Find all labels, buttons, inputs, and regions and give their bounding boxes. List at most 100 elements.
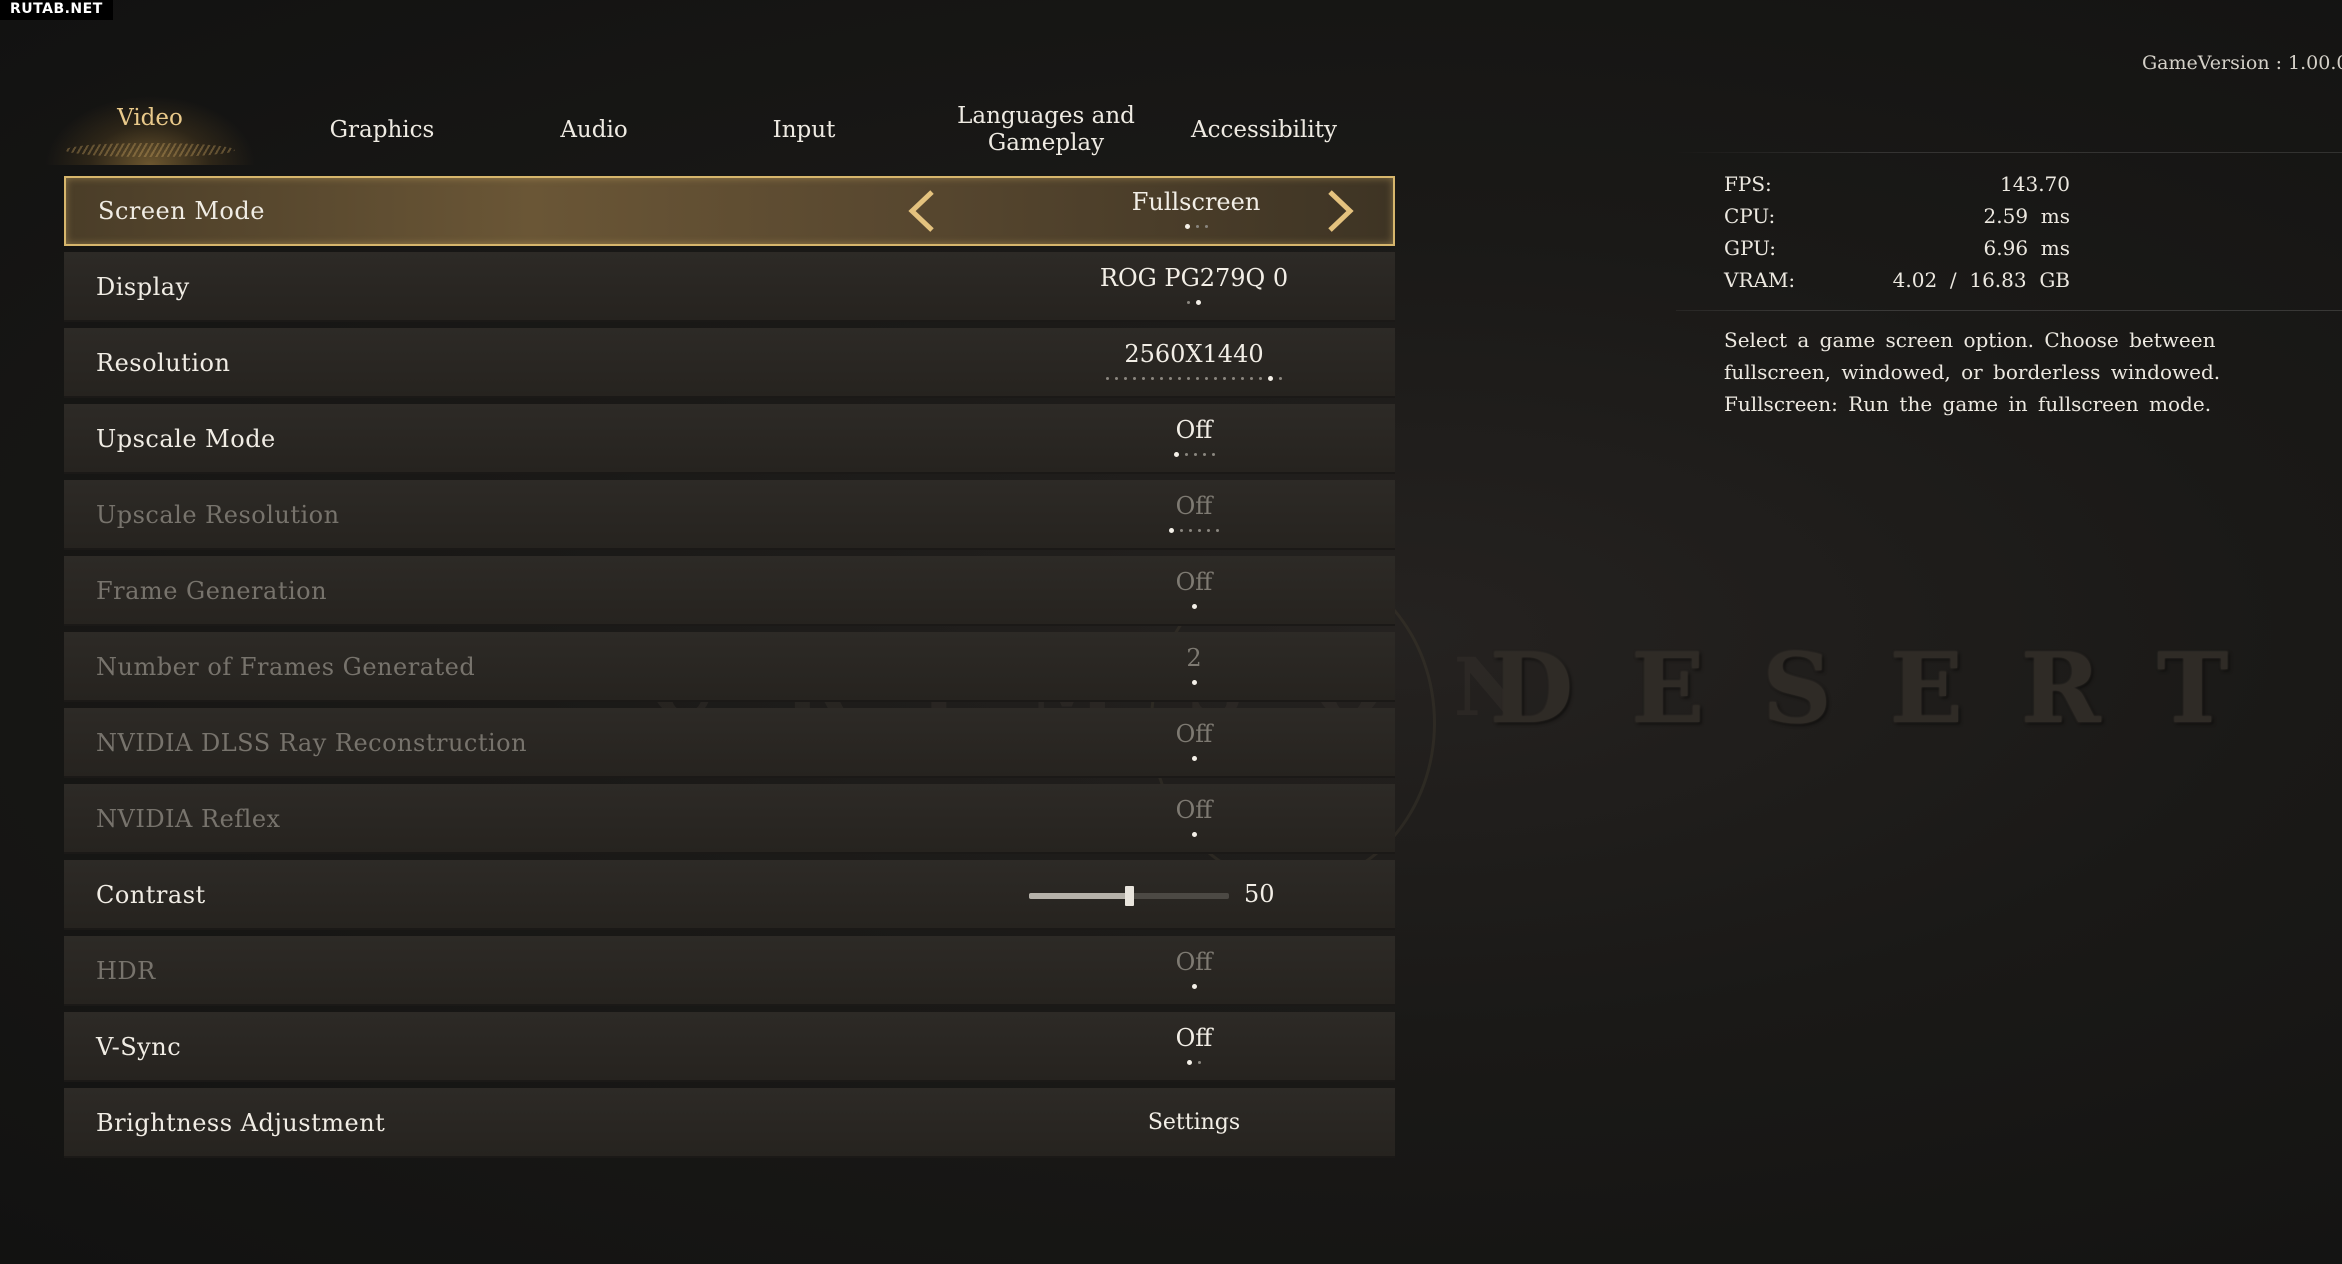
description-text: Fullscreen: Run the game in fullscreen m…: [1724, 392, 2212, 416]
tab-bar: Video Graphics Audio Input Languages and…: [44, 95, 1337, 165]
option-dots: [984, 300, 1404, 310]
setting-value: 2: [1186, 644, 1202, 672]
option-dot: [1211, 453, 1215, 456]
option-dot: [1196, 377, 1199, 380]
tab-accessibility[interactable]: Accessibility: [1154, 95, 1374, 165]
option-dot: [1216, 529, 1219, 532]
option-dot: [1178, 377, 1181, 380]
option-dot: [1115, 377, 1118, 380]
option-dot: [1205, 377, 1208, 380]
option-dot-active: [1268, 376, 1273, 381]
option-dot: [1214, 377, 1217, 380]
chevron-left-icon[interactable]: [902, 188, 942, 234]
chevron-right-icon[interactable]: [1320, 188, 1360, 234]
setting-row-brightness-adjustment[interactable]: Brightness Adjustment Settings: [64, 1088, 1395, 1158]
setting-value: Off: [1175, 568, 1213, 596]
tab-graphics[interactable]: Graphics: [282, 95, 482, 165]
option-dot: [1195, 225, 1199, 228]
setting-label: Upscale Resolution: [96, 501, 340, 529]
option-dot-active: [1191, 604, 1197, 609]
setting-row-upscale-mode[interactable]: Upscale Mode Off: [64, 404, 1395, 474]
stat-gpu: GPU: 6.96 ms: [1724, 236, 2070, 268]
setting-label: V-Sync: [96, 1033, 182, 1061]
option-dot-active: [1184, 224, 1190, 229]
option-dot: [1202, 453, 1206, 456]
stat-cpu: CPU: 2.59 ms: [1724, 204, 2070, 236]
tab-label: Video: [117, 105, 183, 131]
option-dot-active: [1196, 300, 1201, 305]
slider-value: 50: [1244, 880, 1275, 908]
brightness-settings-button[interactable]: Settings: [984, 1088, 1404, 1158]
option-dot: [1279, 377, 1282, 380]
setting-row-screen-mode[interactable]: Screen Mode Fullscreen: [64, 176, 1395, 246]
divider: [1676, 310, 2342, 311]
setting-label: Upscale Mode: [96, 425, 276, 453]
tab-video[interactable]: Video: [44, 95, 256, 165]
setting-label: Display: [96, 273, 190, 301]
option-dot: [1106, 377, 1109, 380]
setting-value: Off: [1175, 416, 1213, 444]
option-dot-active: [1191, 984, 1197, 989]
stat-value: 143.70: [2000, 172, 2070, 196]
option-dot: [1187, 301, 1190, 304]
option-dot: [1133, 377, 1136, 380]
option-dot: [1250, 377, 1253, 380]
description-text: Select a game screen option. Choose betw…: [1724, 328, 2221, 384]
setting-label: Frame Generation: [96, 577, 328, 605]
stat-value: 2.59 ms: [1983, 204, 2070, 228]
tab-languages-and-gameplay[interactable]: Languages and Gameplay: [914, 95, 1178, 165]
setting-row-v-sync[interactable]: V-Sync Off: [64, 1012, 1395, 1082]
setting-label: NVIDIA Reflex: [96, 805, 281, 833]
option-dot: [1180, 529, 1183, 532]
setting-row-hdr: HDR Off: [64, 936, 1395, 1006]
option-dots: [984, 604, 1404, 614]
option-dots: [984, 376, 1404, 386]
contrast-slider[interactable]: [1029, 886, 1229, 906]
option-dot: [1169, 377, 1172, 380]
option-dot-active: [1187, 1060, 1192, 1065]
setting-row-dlss-ray-reconstruction: NVIDIA DLSS Ray Reconstruction Off: [64, 708, 1395, 778]
option-dots: [984, 984, 1404, 994]
tab-label: Graphics: [329, 116, 435, 143]
tab-audio[interactable]: Audio: [504, 95, 684, 165]
setting-label: Contrast: [96, 881, 206, 909]
option-dot: [1160, 377, 1163, 380]
performance-stats: FPS: 143.70 CPU: 2.59 ms GPU: 6.96 ms VRAM:…: [1724, 172, 2070, 300]
tab-input[interactable]: Input: [714, 95, 894, 165]
setting-value: Off: [1175, 796, 1213, 824]
setting-value: ROG PG279Q 0: [1099, 264, 1289, 292]
option-dot: [1198, 529, 1201, 532]
option-dot: [1204, 225, 1208, 228]
setting-row-frame-generation: Frame Generation Off: [64, 556, 1395, 626]
option-dot: [1187, 377, 1190, 380]
option-dot-active: [1191, 832, 1197, 837]
option-dot: [1241, 377, 1244, 380]
setting-label: NVIDIA DLSS Ray Reconstruction: [96, 729, 528, 757]
setting-value: Off: [1175, 720, 1213, 748]
setting-value: Off: [1175, 948, 1213, 976]
background-logo: DESERT: [1490, 632, 2287, 745]
setting-value: Off: [1175, 492, 1213, 520]
setting-row-display[interactable]: Display ROG PG279Q 0: [64, 252, 1395, 322]
option-dot-active: [1169, 528, 1174, 533]
stat-fps: FPS: 143.70: [1724, 172, 2070, 204]
stat-value: 6.96 ms: [1983, 236, 2070, 260]
game-version: GameVersion : 1.00.0: [2142, 52, 2342, 74]
setting-row-resolution[interactable]: Resolution 2560X1440: [64, 328, 1395, 398]
option-dots: [984, 452, 1404, 462]
option-dot: [1189, 529, 1192, 532]
option-dot-active: [1173, 452, 1179, 457]
option-dot: [1151, 377, 1154, 380]
stat-key: VRAM:: [1724, 268, 1796, 292]
option-dot-active: [1191, 680, 1197, 685]
option-dot: [1207, 529, 1210, 532]
slider-handle[interactable]: [1125, 886, 1134, 906]
setting-row-contrast[interactable]: Contrast 50: [64, 860, 1395, 930]
option-dot-active: [1191, 756, 1197, 761]
setting-label: HDR: [96, 957, 156, 985]
option-dot: [1198, 1061, 1201, 1064]
option-dots: [984, 756, 1404, 766]
site-watermark: RUTAB.NET: [0, 0, 113, 20]
setting-label: Number of Frames Generated: [96, 653, 476, 681]
tab-label: Input: [772, 116, 836, 143]
